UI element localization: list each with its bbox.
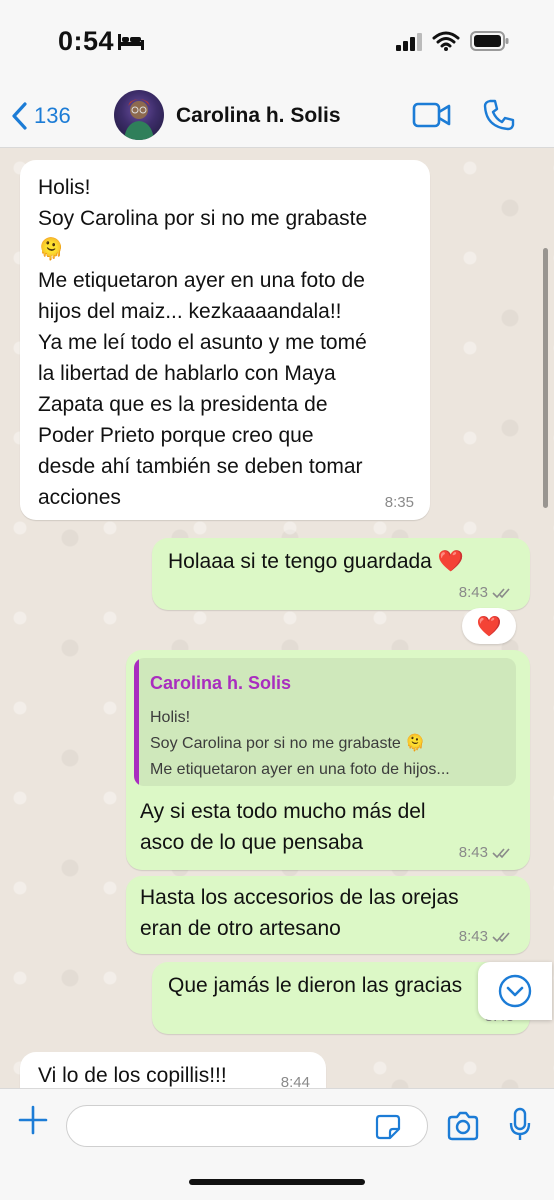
avatar-image [124, 99, 154, 140]
message-time-label: 8:43 [458, 928, 488, 945]
video-call-button[interactable] [412, 100, 452, 130]
quoted-message[interactable]: Carolina h. Solis Holis! Soy Carolina po… [134, 658, 516, 786]
message-time-label: 8:43 [458, 584, 488, 601]
message-incoming[interactable]: Holis! Soy Carolina por si no me grabast… [20, 160, 430, 520]
chat-area[interactable]: Holis! Soy Carolina por si no me grabast… [0, 148, 554, 1088]
bed-icon [118, 34, 144, 50]
home-indicator[interactable] [189, 1179, 365, 1185]
message-time: 8:43 [459, 844, 514, 862]
message-text: Que jamás le dieron las gracias [168, 974, 463, 997]
scrollbar[interactable] [543, 248, 548, 508]
chevron-down-icon [498, 974, 532, 1008]
message-composer [0, 1088, 554, 1200]
message-text: Holis! Soy Carolina por si no me grabast… [38, 176, 368, 509]
avatar[interactable] [114, 90, 164, 140]
message-text: Holaaa si te tengo guardada ❤️ [168, 550, 464, 573]
message-time: 8:35 [385, 494, 414, 512]
message-outgoing[interactable]: Hasta los accesorios de las orejas eran … [126, 876, 530, 954]
double-check-icon [492, 932, 510, 943]
message-outgoing[interactable]: Que jamás le dieron las gracias 8:43 [152, 962, 530, 1034]
double-check-icon [492, 588, 510, 599]
attach-plus-button[interactable] [18, 1105, 48, 1135]
signal-icon [396, 33, 422, 51]
chat-header: 136 Carolina h. Solis [0, 84, 554, 148]
status-time: 0:54 [58, 26, 115, 56]
camera-icon[interactable] [446, 1111, 480, 1141]
message-time-label: 8:43 [458, 844, 488, 861]
message-text: Vi lo de los copillis!!! [38, 1064, 227, 1087]
message-time: 8:43 [459, 928, 514, 946]
quote-bar [134, 658, 139, 786]
message-incoming[interactable]: Vi lo de los copillis!!! 8:44 [20, 1052, 326, 1088]
microphone-icon[interactable] [508, 1107, 532, 1143]
double-check-icon [492, 848, 510, 859]
wifi-icon [432, 31, 460, 51]
back-unread-count: 136 [34, 103, 71, 128]
back-chevron-icon [12, 102, 27, 130]
scroll-to-bottom-button[interactable] [478, 962, 552, 1020]
message-time-label: 8:35 [384, 494, 414, 511]
sticker-icon[interactable] [374, 1113, 402, 1141]
message-outgoing-reply[interactable]: Carolina h. Solis Holis! Soy Carolina po… [126, 650, 530, 870]
message-time-label: 8:44 [280, 1074, 310, 1088]
status-bar: 0:54 [0, 0, 554, 84]
quote-line: Me etiquetaron ayer en una foto de hijos… [150, 761, 450, 778]
battery-icon [470, 31, 509, 51]
phone-call-button[interactable] [482, 98, 516, 132]
message-reaction[interactable]: ❤️ [462, 608, 516, 644]
contact-name[interactable]: Carolina h. Solis [176, 104, 341, 128]
message-time: 8:44 [281, 1074, 310, 1088]
message-time: 8:43 [459, 584, 514, 602]
message-outgoing[interactable]: Holaaa si te tengo guardada ❤️ 8:43 [152, 538, 530, 610]
back-button[interactable]: 136 [10, 98, 71, 134]
quote-author: Carolina h. Solis [150, 673, 292, 693]
